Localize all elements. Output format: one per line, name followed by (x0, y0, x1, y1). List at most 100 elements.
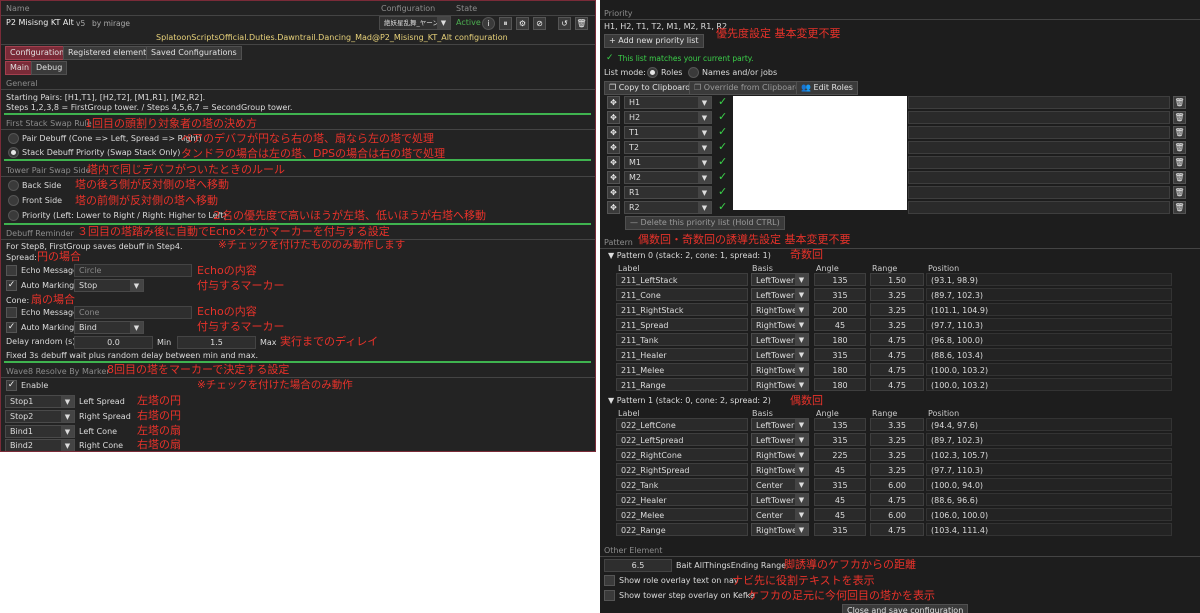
basis-select[interactable]: Center ▼ (751, 478, 809, 491)
tower-step-checkbox[interactable] (604, 590, 615, 601)
angle-field[interactable]: 180 (814, 378, 866, 391)
basis-select[interactable]: RightTower ▼ (751, 378, 809, 391)
label-field[interactable]: 211_Spread (616, 318, 748, 331)
basis-select[interactable]: RightTower ▼ (751, 463, 809, 476)
basis-select[interactable]: LeftTower ▼ (751, 333, 809, 346)
tab-registered-elements[interactable]: Registered elements (63, 46, 156, 60)
role-select[interactable]: T1 ▼ (624, 126, 712, 139)
echo-spread-checkbox[interactable] (6, 265, 17, 276)
spread-marker-select[interactable]: Stop ▼ (74, 279, 144, 292)
range-field[interactable]: 4.75 (870, 333, 924, 346)
trash-icon[interactable]: 🗑 (1173, 126, 1186, 139)
role-select[interactable]: M1 ▼ (624, 156, 712, 169)
label-field[interactable]: 022_Melee (616, 508, 748, 521)
label-field[interactable]: 211_Cone (616, 288, 748, 301)
wave8-marker-select[interactable]: Stop1 ▼ (5, 395, 75, 408)
angle-field[interactable]: 315 (814, 433, 866, 446)
angle-field[interactable]: 135 (814, 273, 866, 286)
range-field[interactable]: 3.35 (870, 418, 924, 431)
angle-field[interactable]: 45 (814, 493, 866, 506)
add-priority-list-button[interactable]: + Add new priority list (604, 34, 704, 48)
trash-icon[interactable]: 🗑 (1173, 201, 1186, 214)
range-field[interactable]: 1.50 (870, 273, 924, 286)
tab-configuration[interactable]: Configuration (5, 46, 70, 60)
trash-icon[interactable]: 🗑 (1173, 111, 1186, 124)
angle-field[interactable]: 200 (814, 303, 866, 316)
trash-icon[interactable]: 🗑 (1173, 171, 1186, 184)
pause-icon[interactable]: ⏸ (499, 17, 512, 30)
pattern0-toggle[interactable]: ▼ Pattern 0 (stack: 2, cone: 1, spread: … (608, 251, 771, 261)
label-field[interactable]: 211_LeftStack (616, 273, 748, 286)
role-select[interactable]: M2 ▼ (624, 171, 712, 184)
role-select[interactable]: H1 ▼ (624, 96, 712, 109)
range-field[interactable]: 3.25 (870, 318, 924, 331)
role-select[interactable]: T2 ▼ (624, 141, 712, 154)
basis-select[interactable]: RightTower ▼ (751, 363, 809, 376)
angle-field[interactable]: 180 (814, 363, 866, 376)
info-icon[interactable]: i (482, 17, 495, 30)
pattern1-toggle[interactable]: ▼ Pattern 1 (stack: 0, cone: 2, spread: … (608, 396, 771, 406)
basis-select[interactable]: RightTower ▼ (751, 318, 809, 331)
radio-priority[interactable] (8, 210, 19, 221)
range-field[interactable]: 4.75 (870, 493, 924, 506)
drag-handle-icon[interactable]: ✥ (607, 186, 620, 199)
angle-field[interactable]: 315 (814, 288, 866, 301)
auto-spread-checkbox[interactable]: ✓ (6, 280, 17, 291)
drag-handle-icon[interactable]: ✥ (607, 156, 620, 169)
angle-field[interactable]: 45 (814, 508, 866, 521)
wave8-marker-select[interactable]: Stop2 ▼ (5, 410, 75, 423)
role-overlay-checkbox[interactable] (604, 575, 615, 586)
override-from-clipboard-button[interactable]: ❐ Override from Clipboard (689, 81, 806, 95)
configuration-select[interactable]: 絶妖星乱舞_ヤーン ▼ (379, 16, 451, 30)
radio-mode-roles[interactable] (647, 67, 658, 78)
echo-cone-input[interactable]: Cone (74, 306, 192, 319)
drag-handle-icon[interactable]: ✥ (607, 171, 620, 184)
label-field[interactable]: 211_Melee (616, 363, 748, 376)
range-field[interactable]: 3.25 (870, 303, 924, 316)
angle-field[interactable]: 315 (814, 478, 866, 491)
trash-icon[interactable]: 🗑 (575, 17, 588, 30)
label-field[interactable]: 211_Healer (616, 348, 748, 361)
subtab-main[interactable]: Main (5, 61, 35, 75)
wave8-marker-select[interactable]: Bind1 ▼ (5, 425, 75, 438)
echo-cone-checkbox[interactable] (6, 307, 17, 318)
trash-icon[interactable]: 🗑 (1173, 156, 1186, 169)
label-field[interactable]: 211_Tank (616, 333, 748, 346)
basis-select[interactable]: RightTower ▼ (751, 303, 809, 316)
range-field[interactable]: 4.75 (870, 378, 924, 391)
gear-icon[interactable]: ⚙ (516, 17, 529, 30)
range-field[interactable]: 3.25 (870, 463, 924, 476)
bait-range-input[interactable]: 6.5 (604, 559, 672, 572)
range-field[interactable]: 4.75 (870, 363, 924, 376)
basis-select[interactable]: RightTower ▼ (751, 523, 809, 536)
edit-roles-button[interactable]: 👥 Edit Roles (796, 81, 858, 95)
range-field[interactable]: 4.75 (870, 523, 924, 536)
label-field[interactable]: 211_RightStack (616, 303, 748, 316)
echo-spread-input[interactable]: Circle (74, 264, 192, 277)
reset-icon[interactable]: ↺ (558, 17, 571, 30)
basis-select[interactable]: LeftTower ▼ (751, 288, 809, 301)
basis-select[interactable]: LeftTower ▼ (751, 493, 809, 506)
range-field[interactable]: 3.25 (870, 288, 924, 301)
angle-field[interactable]: 225 (814, 448, 866, 461)
wave8-marker-select[interactable]: Bind2 ▼ (5, 439, 75, 451)
drag-handle-icon[interactable]: ✥ (607, 141, 620, 154)
cone-marker-select[interactable]: Bind ▼ (74, 321, 144, 334)
angle-field[interactable]: 45 (814, 463, 866, 476)
delay-max-input[interactable]: 1.5 (177, 336, 256, 349)
subtab-debug[interactable]: Debug (31, 61, 68, 75)
label-field[interactable]: 022_Range (616, 523, 748, 536)
angle-field[interactable]: 135 (814, 418, 866, 431)
range-field[interactable]: 6.00 (870, 478, 924, 491)
label-field[interactable]: 022_Healer (616, 493, 748, 506)
link-off-icon[interactable]: ⊘ (533, 17, 546, 30)
basis-select[interactable]: Center ▼ (751, 508, 809, 521)
range-field[interactable]: 4.75 (870, 348, 924, 361)
radio-stack-debuff-priority[interactable] (8, 147, 19, 158)
tab-saved-configurations[interactable]: Saved Configurations (146, 46, 242, 60)
basis-select[interactable]: RightTower ▼ (751, 448, 809, 461)
label-field[interactable]: 211_Range (616, 378, 748, 391)
basis-select[interactable]: LeftTower ▼ (751, 273, 809, 286)
range-field[interactable]: 6.00 (870, 508, 924, 521)
radio-pair-debuff[interactable] (8, 133, 19, 144)
